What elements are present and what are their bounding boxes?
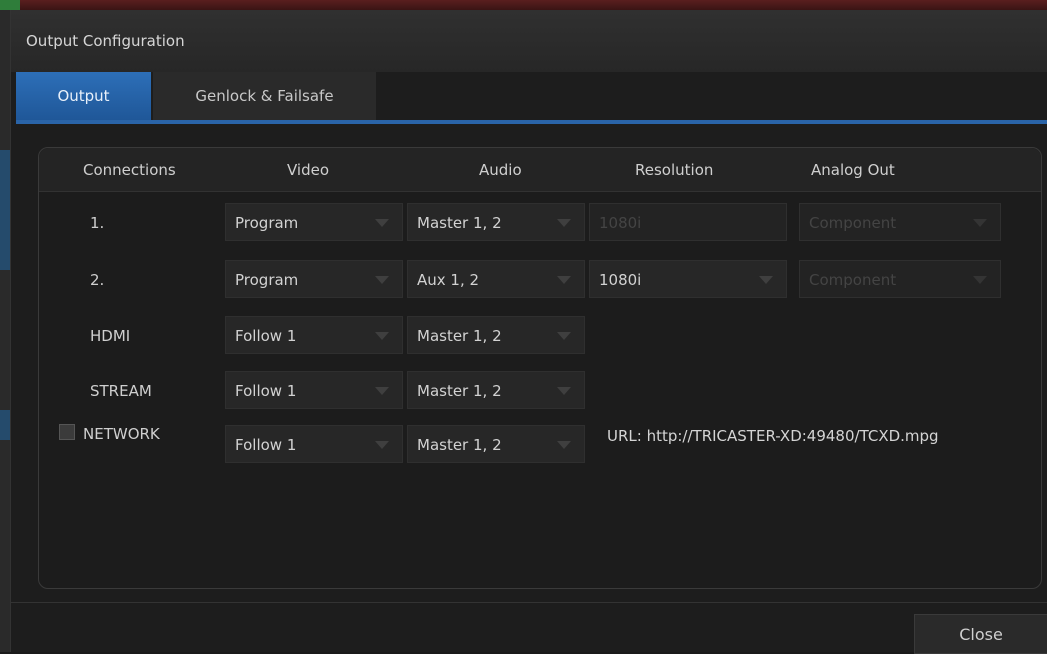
audio-select-stream[interactable]: Master 1, 2 xyxy=(407,371,585,409)
top-strip-red xyxy=(20,0,1047,10)
footer-divider xyxy=(11,602,1047,603)
dialog-title: Output Configuration xyxy=(26,32,185,50)
output-configuration-dialog: Output Configuration Output Genlock & Fa… xyxy=(10,10,1047,654)
chevron-down-icon xyxy=(973,219,987,227)
column-header: Connections Video Audio Resolution Analo… xyxy=(39,148,1041,192)
resolution-select-1: 1080i xyxy=(589,203,787,241)
audio-select-2[interactable]: Aux 1, 2 xyxy=(407,260,585,298)
chevron-down-icon xyxy=(375,441,389,449)
chevron-down-icon xyxy=(973,276,987,284)
top-strip-green xyxy=(0,0,20,10)
chevron-down-icon xyxy=(375,387,389,395)
connection-network-label: NETWORK xyxy=(83,425,160,443)
network-enable-checkbox[interactable] xyxy=(59,424,75,440)
connection-1-label: 1. xyxy=(90,214,105,232)
connection-2-label: 2. xyxy=(90,271,105,289)
analog-out-select-1: Component xyxy=(799,203,1001,241)
tab-underline xyxy=(16,120,1047,124)
chevron-down-icon xyxy=(557,276,571,284)
chevron-down-icon xyxy=(375,332,389,340)
video-select-network[interactable]: Follow 1 xyxy=(225,425,403,463)
close-button[interactable]: Close xyxy=(914,614,1047,654)
network-url: URL: http://TRICASTER-XD:49480/TCXD.mpg xyxy=(607,427,939,445)
tab-bar: Output Genlock & Failsafe xyxy=(16,72,1047,120)
connection-hdmi-label: HDMI xyxy=(90,327,131,345)
video-select-hdmi[interactable]: Follow 1 xyxy=(225,316,403,354)
chevron-down-icon xyxy=(375,219,389,227)
chevron-down-icon xyxy=(557,332,571,340)
connections-panel: Connections Video Audio Resolution Analo… xyxy=(38,147,1042,589)
connection-stream-label: STREAM xyxy=(90,382,152,400)
chevron-down-icon xyxy=(557,441,571,449)
tab-output[interactable]: Output xyxy=(16,72,151,120)
chevron-down-icon xyxy=(557,387,571,395)
header-audio: Audio xyxy=(479,161,522,179)
header-resolution: Resolution xyxy=(635,161,714,179)
audio-select-hdmi[interactable]: Master 1, 2 xyxy=(407,316,585,354)
header-analog-out: Analog Out xyxy=(811,161,895,179)
resolution-select-2[interactable]: 1080i xyxy=(589,260,787,298)
tab-genlock-failsafe[interactable]: Genlock & Failsafe xyxy=(153,72,376,120)
title-bar[interactable]: Output Configuration xyxy=(11,10,1047,72)
top-strip xyxy=(0,0,1047,10)
video-select-1[interactable]: Program xyxy=(225,203,403,241)
video-select-2[interactable]: Program xyxy=(225,260,403,298)
header-connections: Connections xyxy=(83,161,176,179)
audio-select-network[interactable]: Master 1, 2 xyxy=(407,425,585,463)
video-select-stream[interactable]: Follow 1 xyxy=(225,371,403,409)
analog-out-select-2: Component xyxy=(799,260,1001,298)
audio-select-1[interactable]: Master 1, 2 xyxy=(407,203,585,241)
chevron-down-icon xyxy=(557,219,571,227)
chevron-down-icon xyxy=(759,276,773,284)
header-video: Video xyxy=(287,161,330,179)
background-app-edge xyxy=(0,10,10,652)
chevron-down-icon xyxy=(375,276,389,284)
